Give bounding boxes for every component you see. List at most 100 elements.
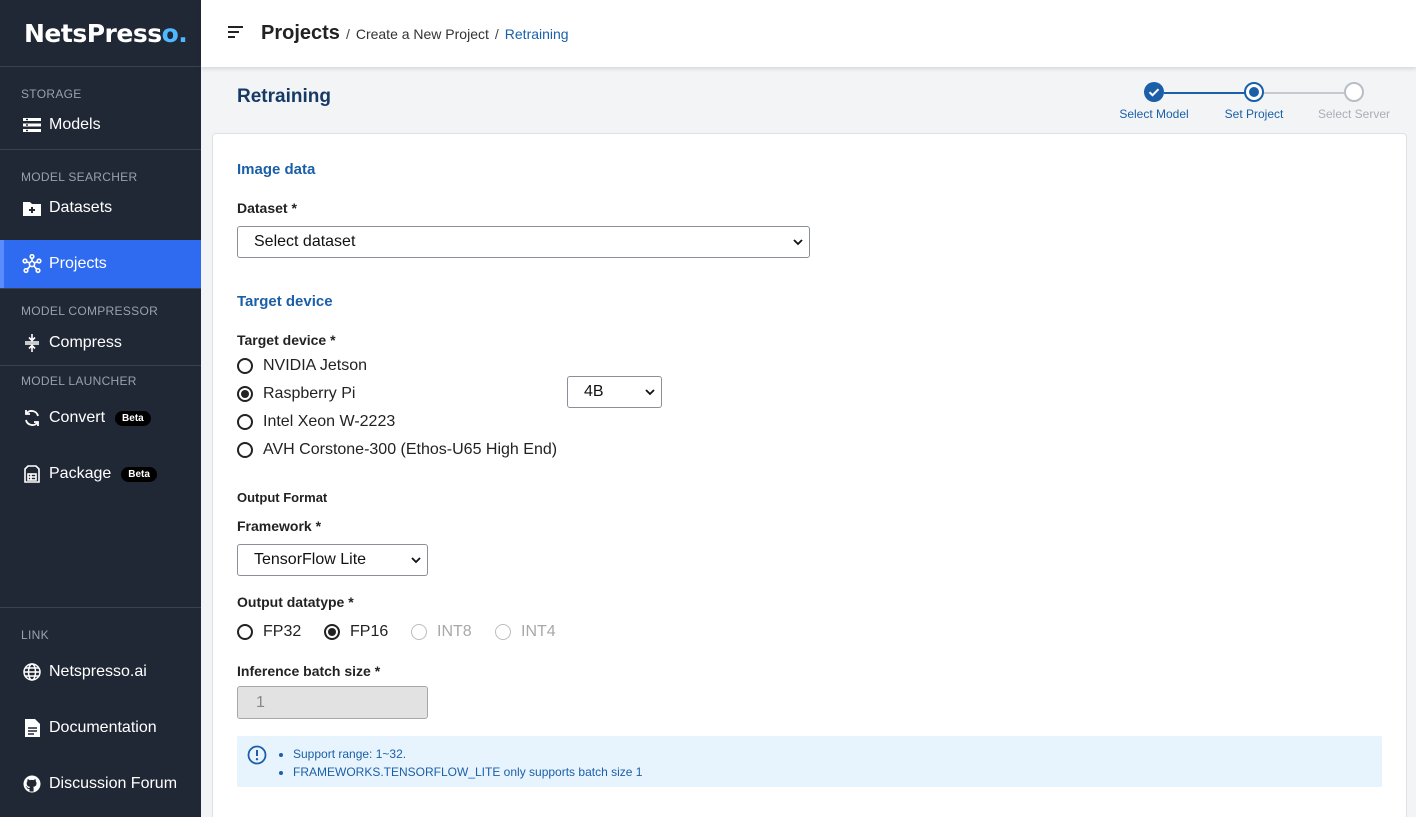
sidebar-section-label: MODEL COMPRESSOR [21, 304, 159, 318]
target-device-label: Target device * [237, 332, 336, 348]
beta-badge: Beta [115, 410, 151, 426]
github-icon [21, 773, 43, 795]
radio-label: INT8 [437, 623, 472, 640]
sidebar-section-model-launcher: MODEL LAUNCHER Convert Beta Package Beta [0, 366, 201, 498]
stepper: Select Model Set Project Select Server [1114, 82, 1404, 124]
page-title: Retraining [237, 86, 331, 107]
project-form-card: Image data Dataset * Select dataset Targ… [212, 133, 1407, 817]
compress-icon [21, 332, 43, 354]
network-icon [21, 253, 43, 275]
document-icon [21, 717, 43, 739]
check-circle-icon [1144, 82, 1164, 102]
framework-label: Framework * [237, 518, 322, 534]
radio-int8: INT8 [411, 623, 472, 641]
sidebar-item-compress[interactable]: Compress [0, 321, 201, 365]
sidebar-item-convert[interactable]: Convert Beta [0, 394, 201, 442]
info-list: Support range: 1~32. FRAMEWORKS.TENSORFL… [293, 745, 642, 781]
radio-int4: INT4 [495, 623, 556, 641]
radio-label: Raspberry Pi [263, 385, 356, 402]
sidebar-item-models[interactable]: Models [0, 101, 201, 149]
globe-icon [21, 661, 43, 683]
radio-intel-xeon[interactable]: Intel Xeon W-2223 [237, 413, 395, 431]
breadcrumb: Projects / Create a New Project / Retrai… [261, 22, 569, 45]
sidebar-section-link: LINK Netspresso.ai Documentation Discuss… [0, 607, 201, 808]
radio-label: FP32 [263, 623, 302, 640]
info-alert: Support range: 1~32. FRAMEWORKS.TENSORFL… [237, 736, 1382, 787]
sidebar-item-label: Compress [49, 334, 122, 351]
sidebar-item-label: Discussion Forum [49, 775, 178, 792]
step-label: Select Model [1119, 107, 1189, 121]
framework-select-value: TensorFlow Lite [254, 551, 367, 568]
breadcrumb-separator: / [345, 26, 350, 42]
sidebar: NetsPress o. STORAGE Models MODEL SEARCHE… [0, 0, 201, 817]
radio-label: AVH Corstone-300 (Ethos-U65 High End) [263, 441, 558, 458]
batch-size-value: 1 [256, 693, 265, 711]
breadcrumb-create-project[interactable]: Create a New Project [356, 26, 489, 42]
section-heading-target-device: Target device [237, 293, 333, 310]
info-line: FRAMEWORKS.TENSORFLOW_LITE only supports… [293, 763, 642, 781]
sidebar-item-label: Models [49, 116, 101, 133]
sidebar-item-label: Netspresso.ai [49, 663, 147, 680]
radio-nvidia-jetson[interactable]: NVIDIA Jetson [237, 357, 367, 375]
sidebar-item-datasets[interactable]: Datasets [0, 184, 201, 232]
sidebar-item-label: Package [49, 465, 112, 482]
device-version-value: 4B [584, 383, 604, 400]
step-label: Select Server [1317, 107, 1391, 121]
current-step-icon [1244, 82, 1264, 102]
sidebar-item-projects[interactable]: Projects [0, 240, 201, 288]
radio-button[interactable] [324, 624, 340, 640]
radio-button[interactable] [237, 386, 253, 402]
sidebar-link-netspresso[interactable]: Netspresso.ai [0, 648, 201, 696]
folder-plus-icon [21, 197, 43, 219]
section-heading-image-data: Image data [237, 161, 316, 178]
sync-icon [21, 407, 43, 429]
radio-button[interactable] [237, 358, 253, 374]
dataset-select[interactable]: Select dataset [237, 226, 810, 258]
sidebar-item-label: Convert [49, 409, 106, 426]
step-set-project: Set Project [1209, 82, 1299, 121]
radio-button[interactable] [237, 442, 253, 458]
radio-raspberry-pi[interactable]: Raspberry Pi [237, 385, 355, 403]
output-format-heading: Output Format [237, 490, 328, 505]
radio-fp16[interactable]: FP16 [324, 623, 388, 641]
framework-select[interactable]: TensorFlow Lite [237, 544, 428, 576]
menu-toggle-icon[interactable] [228, 25, 246, 43]
beta-badge: Beta [121, 466, 157, 482]
output-datatype-label: Output datatype * [237, 594, 354, 610]
chevron-down-icon [644, 385, 656, 404]
chevron-down-icon [410, 553, 422, 572]
sidebar-item-label: Documentation [49, 719, 157, 736]
batch-size-label: Inference batch size * [237, 663, 381, 679]
step-label: Set Project [1224, 107, 1284, 121]
device-version-select[interactable]: 4B [567, 376, 662, 408]
radio-button[interactable] [237, 624, 253, 640]
topbar: Projects / Create a New Project / Retrai… [201, 0, 1416, 67]
sidebar-item-label: Datasets [49, 199, 113, 216]
netspresso-logo[interactable]: NetsPress o. [0, 0, 201, 67]
sidebar-section-label: LINK [21, 628, 49, 642]
breadcrumb-current: Retraining [504, 26, 569, 42]
info-line: Support range: 1~32. [293, 745, 642, 763]
radio-fp32[interactable]: FP32 [237, 623, 301, 641]
radio-button[interactable] [237, 414, 253, 430]
sidebar-item-package[interactable]: Package Beta [0, 450, 201, 498]
radio-avh-corstone[interactable]: AVH Corstone-300 (Ethos-U65 High End) [237, 441, 557, 459]
info-circle-icon [247, 745, 267, 770]
chevron-down-icon [792, 235, 804, 254]
breadcrumb-projects[interactable]: Projects [261, 22, 340, 45]
radio-label: INT4 [521, 623, 556, 640]
dataset-label: Dataset * [237, 200, 297, 216]
sidebar-item-label: Projects [49, 255, 107, 272]
sidebar-link-documentation[interactable]: Documentation [0, 704, 201, 752]
sidebar-section-label: MODEL LAUNCHER [21, 374, 137, 388]
sidebar-link-discussion-forum[interactable]: Discussion Forum [0, 760, 201, 808]
sidebar-section-model-compressor: MODEL COMPRESSOR Compress [0, 289, 201, 366]
radio-button [411, 624, 427, 640]
radio-label: FP16 [350, 623, 389, 640]
radio-label: Intel Xeon W-2223 [263, 413, 396, 430]
step-select-model: Select Model [1109, 82, 1199, 121]
sidebar-section-label: STORAGE [21, 87, 82, 101]
sidebar-section-model-searcher: MODEL SEARCHER Datasets Projects [0, 150, 201, 289]
pending-step-icon [1344, 82, 1364, 102]
step-select-server: Select Server [1309, 82, 1399, 121]
